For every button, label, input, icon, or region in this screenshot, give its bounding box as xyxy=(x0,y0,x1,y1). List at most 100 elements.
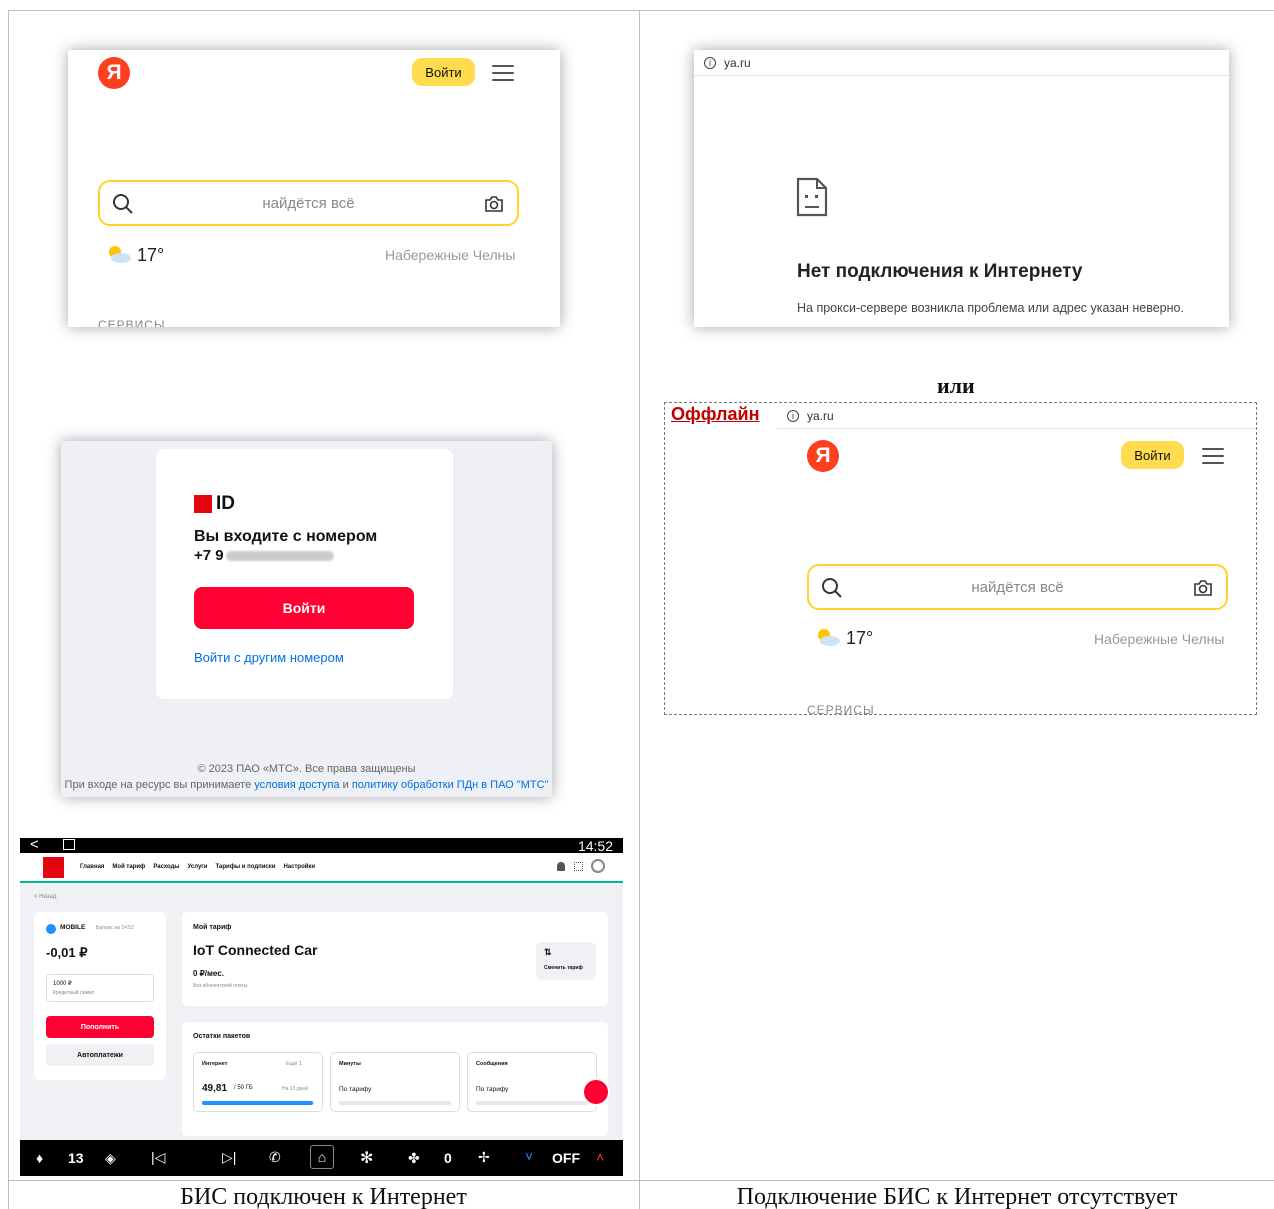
mts-terms: При входе на ресурс вы принимаете услови… xyxy=(61,779,552,791)
phone-icon[interactable]: ✆ xyxy=(269,1149,281,1166)
prev-track-icon[interactable]: |◁ xyxy=(151,1149,165,1166)
car-headunit-screenshot: < 14:52 Главная Мой тариф Расходы Услуги… xyxy=(20,838,623,1176)
terms-text: При входе на ресурс вы принимаете xyxy=(64,779,255,791)
search-placeholder: найдётся всё xyxy=(971,579,1064,596)
credit-value: 1000 ₽ xyxy=(53,981,72,987)
offline-yandex-box: Оффлайн i ya.ru Я Войти найдётся всё 17°… xyxy=(664,402,1257,715)
services-label: СЕРВИСЫ xyxy=(807,703,875,715)
internet-value: 49,81 xyxy=(202,1083,228,1094)
mts-id-text: ID xyxy=(216,493,235,514)
nav-item-home[interactable]: Главная xyxy=(80,864,104,870)
search-placeholder: найдётся всё xyxy=(262,195,355,212)
mts-id-logo: ID xyxy=(194,493,235,515)
temp-down-icon[interactable]: ˅ xyxy=(525,1148,533,1164)
yandex-online-screenshot: Я Войти найдётся всё 17° Набережные Челн… xyxy=(68,50,560,327)
topup-button[interactable]: Пополнить xyxy=(46,1016,154,1038)
nav-item-expenses[interactable]: Расходы xyxy=(153,864,179,870)
swap-icon: ⇅ xyxy=(544,947,552,957)
terms-link[interactable]: условия доступа xyxy=(254,779,339,791)
volume-down-icon[interactable]: ♦ xyxy=(36,1150,43,1166)
mts-copyright: © 2023 ПАО «МТС». Все права защищены xyxy=(197,763,416,775)
yandex-logo[interactable]: Я xyxy=(98,57,130,89)
internet-progress-track xyxy=(202,1101,314,1105)
mts-id-screenshot: ID Вы входите с номером +7 9 Войти Войти… xyxy=(61,441,552,797)
temperature: 17° xyxy=(846,628,874,648)
mts-logo-icon xyxy=(194,495,212,513)
temperature: 17° xyxy=(137,245,165,265)
ac-status: OFF xyxy=(552,1150,580,1166)
mts-navbar: Главная Мой тариф Расходы Услуги Тарифы … xyxy=(20,853,623,883)
nav-item-settings[interactable]: Настройки xyxy=(283,864,315,870)
fan-down-icon[interactable]: ✤ xyxy=(408,1150,420,1167)
snowflake-icon[interactable]: ✻ xyxy=(360,1148,373,1168)
sms-label: Сообщения xyxy=(476,1061,508,1067)
volume-value: 13 xyxy=(68,1150,84,1166)
camera-search-icon[interactable] xyxy=(483,193,505,215)
minutes-progress-track xyxy=(339,1101,451,1105)
minutes-value: По тарифу xyxy=(339,1086,372,1093)
city-name[interactable]: Набережные Челны xyxy=(385,247,515,263)
back-link[interactable]: < Назад xyxy=(34,894,56,900)
internet-label: Интернет xyxy=(202,1061,228,1067)
city-name[interactable]: Набережные Челны xyxy=(1094,631,1224,647)
next-track-icon[interactable]: ▷| xyxy=(222,1149,236,1166)
nav-item-subscriptions[interactable]: Тарифы и подписки xyxy=(216,864,276,870)
search-input[interactable]: найдётся всё xyxy=(807,564,1228,610)
sms-progress-track xyxy=(476,1101,588,1105)
sad-page-icon xyxy=(796,177,828,217)
nav-item-services[interactable]: Услуги xyxy=(188,864,208,870)
phone-number: +7 9 xyxy=(194,547,334,564)
tariff-price: 0 ₽/мес. xyxy=(193,969,224,978)
camera-search-icon[interactable] xyxy=(1192,577,1214,599)
phone-blurred xyxy=(225,551,334,562)
change-tariff-button[interactable]: ⇅ Сменить тариф xyxy=(536,942,596,980)
login-button[interactable]: Войти xyxy=(412,58,475,86)
minutes-package[interactable]: Минуты По тарифу xyxy=(330,1052,460,1112)
address-bar[interactable]: i ya.ru xyxy=(694,50,1229,76)
account-label: MOBILE xyxy=(60,924,86,931)
clock: 14:52 xyxy=(577,838,613,854)
other-number-link[interactable]: Войти с другим номером xyxy=(194,650,344,665)
mobile-icon xyxy=(46,924,56,934)
mts-login-button[interactable]: Войти xyxy=(194,587,414,629)
back-icon[interactable]: < xyxy=(30,838,39,853)
credit-label: Кредитный лимит xyxy=(53,990,95,996)
error-subtitle: На прокси-сервере возникла проблема или … xyxy=(797,301,1184,315)
chat-icon[interactable] xyxy=(582,1078,610,1106)
avatar[interactable] xyxy=(591,859,605,873)
minutes-label: Минуты xyxy=(339,1061,361,1067)
bell-icon[interactable] xyxy=(557,862,565,871)
windows-icon[interactable] xyxy=(63,839,75,850)
weather-icon xyxy=(109,246,131,263)
autopay-button[interactable]: Автоплатежи xyxy=(46,1044,154,1066)
caption-right: Подключение БИС к Интернет отсутствует xyxy=(736,1184,1178,1209)
services-label: СЕРВИСЫ xyxy=(98,318,166,327)
home-icon[interactable]: ⌂ xyxy=(310,1145,334,1169)
login-button[interactable]: Войти xyxy=(1121,441,1184,469)
internet-package[interactable]: Интернет Ещё 1 49,81 / 50 ГБ На 13 дней xyxy=(193,1052,323,1112)
volume-up-icon[interactable]: ◈ xyxy=(105,1150,116,1167)
search-input[interactable]: найдётся всё xyxy=(98,180,519,226)
url-text: ya.ru xyxy=(724,55,751,70)
nav-menu: Главная Мой тариф Расходы Услуги Тарифы … xyxy=(80,864,315,870)
sms-value: По тарифу xyxy=(476,1086,509,1093)
balance-card: MOBILE Баланс на 14:52 -0,01 ₽ 1000 ₽ Кр… xyxy=(34,912,166,1080)
apps-grid-icon[interactable] xyxy=(574,862,583,871)
internet-total: / 50 ГБ xyxy=(234,1085,253,1091)
internet-more[interactable]: Ещё 1 xyxy=(286,1061,302,1067)
privacy-link[interactable]: политику обработки ПДн в ПАО "МТС" xyxy=(352,779,549,791)
yandex-logo[interactable]: Я xyxy=(807,440,839,472)
mts-logo-icon[interactable] xyxy=(43,857,64,878)
address-bar-offline[interactable]: i ya.ru xyxy=(777,403,1256,429)
menu-icon[interactable] xyxy=(492,65,514,81)
info-icon[interactable]: i xyxy=(704,56,716,69)
nav-item-tariff[interactable]: Мой тариф xyxy=(112,864,145,870)
menu-icon[interactable] xyxy=(1202,448,1224,464)
fan-up-icon[interactable]: ✢ xyxy=(478,1149,490,1166)
temp-up-icon[interactable]: ˄ xyxy=(596,1149,604,1165)
info-icon[interactable]: i xyxy=(787,409,799,422)
tariff-name: IoT Connected Car xyxy=(193,942,318,958)
internet-days: На 13 дней xyxy=(282,1086,308,1092)
tariff-note: Без абонентской платы xyxy=(193,983,248,989)
sms-package[interactable]: Сообщения По тарифу xyxy=(467,1052,597,1112)
